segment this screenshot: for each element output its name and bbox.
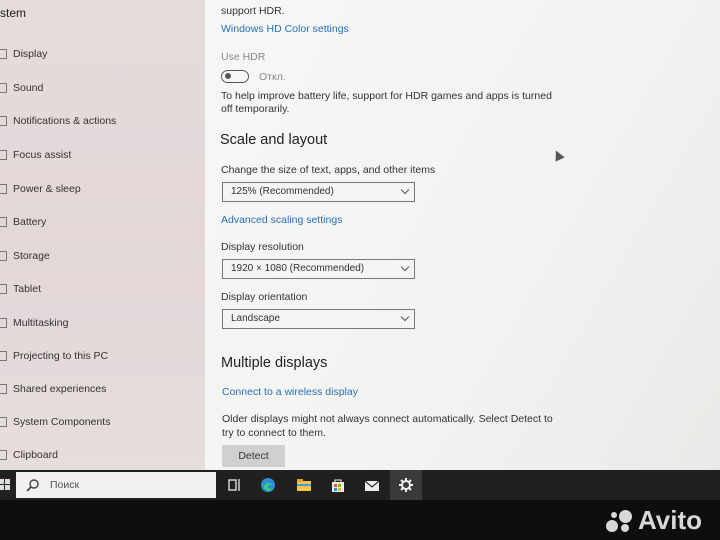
storage-icon xyxy=(0,251,7,261)
sidebar-item-label: Projecting to this PC xyxy=(13,350,109,362)
settings-icon[interactable] xyxy=(398,477,414,493)
mouse-cursor-icon xyxy=(551,148,565,162)
system-components-icon xyxy=(0,417,7,427)
older-displays-line2: try to connect to them. xyxy=(222,427,326,439)
sidebar-item-label: Storage xyxy=(13,250,50,262)
orientation-label: Display orientation xyxy=(221,291,308,303)
tablet-icon xyxy=(0,284,7,294)
multiple-displays-heading: Multiple displays xyxy=(221,355,328,371)
scale-dropdown[interactable]: 125% (Recommended) xyxy=(222,182,415,202)
resolution-dropdown[interactable]: 1920 × 1080 (Recommended) xyxy=(222,259,415,279)
sidebar-item-battery[interactable]: Battery xyxy=(0,212,46,232)
focus-assist-icon xyxy=(0,150,7,160)
hdr-description-line2: off temporarily. xyxy=(221,103,290,115)
sidebar-item-label: Shared experiences xyxy=(13,383,107,395)
taskbar: Поиск xyxy=(0,470,720,500)
sidebar-item-clipboard[interactable]: Clipboard xyxy=(0,445,58,465)
sidebar-item-projecting[interactable]: Projecting to this PC xyxy=(0,346,108,366)
use-hdr-label: Use HDR xyxy=(221,51,266,63)
sidebar-item-shared-experiences[interactable]: Shared experiences xyxy=(0,379,106,399)
avito-logo-icon xyxy=(605,508,634,534)
sidebar-item-display[interactable]: Display xyxy=(0,44,47,64)
sidebar-item-focus-assist[interactable]: Focus assist xyxy=(0,145,71,165)
sidebar-item-sound[interactable]: Sound xyxy=(0,78,43,98)
avito-watermark: Avito xyxy=(605,505,702,536)
toggle-knob xyxy=(225,73,231,79)
sidebar-item-system-components[interactable]: System Components xyxy=(0,412,110,432)
hdr-description-tail: support HDR. xyxy=(221,5,285,17)
sidebar-item-label: Clipboard xyxy=(13,449,58,461)
chevron-down-icon xyxy=(400,185,410,195)
sidebar-item-power-sleep[interactable]: Power & sleep xyxy=(0,179,81,199)
avito-text: Avito xyxy=(637,505,702,535)
hdr-description-line1: To help improve battery life, support fo… xyxy=(221,90,552,102)
use-hdr-state: Откл. xyxy=(259,71,286,83)
taskbar-search-box[interactable]: Поиск xyxy=(16,472,216,498)
start-button[interactable] xyxy=(0,478,10,492)
sidebar-item-label: Multitasking xyxy=(13,317,69,329)
chevron-down-icon xyxy=(400,262,410,272)
search-placeholder: Поиск xyxy=(50,479,80,491)
projecting-icon xyxy=(0,351,7,361)
sidebar-item-label: Battery xyxy=(13,216,47,228)
chevron-down-icon xyxy=(400,312,410,322)
wireless-display-link[interactable]: Connect to a wireless display xyxy=(222,386,358,398)
power-icon xyxy=(0,184,7,194)
sidebar-item-tablet[interactable]: Tablet xyxy=(0,279,41,299)
task-view-icon[interactable] xyxy=(226,477,242,493)
scale-dropdown-value: 125% (Recommended) xyxy=(231,186,334,197)
use-hdr-toggle[interactable] xyxy=(221,70,249,83)
sidebar-item-label: Display xyxy=(13,48,48,60)
search-icon xyxy=(26,479,39,492)
older-displays-line1: Older displays might not always connect … xyxy=(222,413,553,425)
sidebar-item-label: Notifications & actions xyxy=(13,115,117,127)
resolution-label: Display resolution xyxy=(221,241,304,253)
screen: stem Display Sound Notifications & actio… xyxy=(0,0,720,470)
sidebar-item-label: Focus assist xyxy=(13,149,72,161)
windows-hd-color-link[interactable]: Windows HD Color settings xyxy=(221,23,349,35)
display-icon xyxy=(0,49,7,59)
battery-icon xyxy=(0,217,7,227)
sidebar-item-label: System Components xyxy=(13,416,111,428)
sidebar-item-storage[interactable]: Storage xyxy=(0,246,50,266)
clipboard-icon xyxy=(0,450,7,460)
sidebar-title: stem xyxy=(0,6,27,20)
sidebar-item-notifications[interactable]: Notifications & actions xyxy=(0,111,116,131)
notifications-icon xyxy=(0,116,7,126)
store-icon[interactable] xyxy=(330,477,346,493)
mail-icon[interactable] xyxy=(364,477,380,493)
sidebar-item-label: Sound xyxy=(13,82,44,94)
settings-content: support HDR. Windows HD Color settings U… xyxy=(205,0,720,470)
orientation-dropdown-value: Landscape xyxy=(231,313,280,324)
sidebar-item-label: Tablet xyxy=(13,283,42,295)
file-explorer-icon[interactable] xyxy=(296,477,312,493)
advanced-scaling-link[interactable]: Advanced scaling settings xyxy=(221,214,342,226)
edge-icon[interactable] xyxy=(260,477,276,493)
orientation-dropdown[interactable]: Landscape xyxy=(222,309,415,329)
multitasking-icon xyxy=(0,318,7,328)
detect-button[interactable]: Detect xyxy=(222,445,285,467)
shared-experiences-icon xyxy=(0,384,7,394)
scale-label: Change the size of text, apps, and other… xyxy=(221,164,436,176)
sound-icon xyxy=(0,83,7,93)
sidebar: stem Display Sound Notifications & actio… xyxy=(0,0,205,470)
sidebar-item-label: Power & sleep xyxy=(13,183,81,195)
scale-layout-heading: Scale and layout xyxy=(220,132,328,148)
sidebar-item-multitasking[interactable]: Multitasking xyxy=(0,313,68,333)
windows-logo-icon xyxy=(0,479,10,490)
resolution-dropdown-value: 1920 × 1080 (Recommended) xyxy=(231,263,365,274)
